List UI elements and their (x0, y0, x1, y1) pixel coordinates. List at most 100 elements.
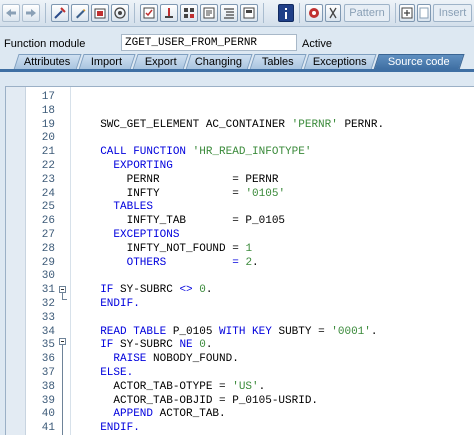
code-text: CALL FUNCTION 'HR_READ_INFOTYPE' (87, 146, 311, 159)
navigation-window-icon[interactable] (200, 4, 218, 22)
line-number: 19 (26, 119, 56, 132)
toolbar-separator (395, 3, 396, 23)
function-module-field[interactable]: ZGET_USER_FROM_PERNR (121, 34, 297, 51)
code-token: EXCEPTIONS (87, 229, 180, 241)
line-number: 36 (26, 353, 56, 366)
toolbar-separator (45, 3, 46, 23)
code-line[interactable] (71, 132, 474, 145)
collapse-icon[interactable] (59, 286, 66, 293)
pattern-button[interactable]: Pattern (344, 4, 390, 22)
code-token: ELSE. (87, 367, 134, 379)
toolbar-separator (263, 3, 264, 23)
code-text: ACTOR_TAB-OBJID = P_0105-USRID. (87, 395, 318, 408)
insert-row-icon[interactable] (417, 4, 431, 22)
code-line[interactable] (71, 312, 474, 325)
code-token: . (258, 380, 266, 393)
code-token: SY-SUBRC (120, 284, 180, 297)
line-number-text: 21 (41, 146, 55, 159)
status-text: Active (302, 38, 332, 50)
code-text: ELSE. (87, 367, 133, 380)
line-number: 33 (26, 312, 56, 325)
application-toolbar: Pattern Insert (0, 0, 474, 27)
cut-icon[interactable] (325, 4, 341, 22)
code-text: IF SY-SUBRC <> 0. (87, 284, 212, 297)
toolbar-separator (299, 3, 300, 23)
code-area[interactable]: SWC_GET_ELEMENT AC_CONTAINER 'PERNR' PER… (70, 87, 474, 435)
code-line[interactable]: OTHERS = 2. (71, 257, 474, 270)
line-number-text: 28 (41, 242, 55, 255)
line-number-text: 30 (41, 270, 55, 283)
code-token: READ TABLE (87, 325, 173, 338)
code-line[interactable]: APPEND ACTOR_TAB. (71, 408, 474, 421)
tab-tables[interactable]: Tables (249, 54, 307, 70)
back-arrow-icon[interactable] (2, 4, 20, 22)
code-line[interactable]: READ TABLE P_0105 WITH KEY SUBTY = '0001… (71, 326, 474, 339)
code-line[interactable]: ENDIF. (71, 298, 474, 311)
tab-source-code[interactable]: Source code (373, 54, 465, 70)
object-list-icon[interactable] (180, 4, 198, 22)
code-line[interactable]: INFTY_TAB = P_0105 (71, 215, 474, 228)
code-token: APPEND (87, 408, 160, 421)
code-token: ENDIF. (87, 298, 140, 310)
line-number: 18 (26, 105, 56, 118)
code-line[interactable]: ACTOR_TAB-OTYPE = 'US'. (71, 381, 474, 394)
insert-button[interactable]: Insert (433, 4, 472, 22)
code-text: ENDIF. (87, 422, 140, 435)
function-module-label: Function module (4, 38, 86, 50)
line-number-text: 40 (41, 408, 55, 421)
code-token: INFTY_TAB = P_0105 (87, 215, 286, 228)
insert-icon[interactable] (399, 4, 415, 22)
code-line[interactable]: ACTOR_TAB-OBJID = P_0105-USRID. (71, 395, 474, 408)
code-line[interactable]: IF SY-SUBRC <> 0. (71, 284, 474, 297)
code-line[interactable]: EXPORTING (71, 160, 474, 173)
code-line[interactable]: IF SY-SUBRC NE 0. (71, 339, 474, 352)
code-token: NOBODY_FOUND. (153, 353, 239, 366)
code-line[interactable]: EXCEPTIONS (71, 229, 474, 242)
tab-changing[interactable]: Changing (185, 54, 253, 70)
source-code-editor[interactable]: 17 18 19 20 21 22 23 24 25 26 27 28 29 30 31 32 33 34 35 36… (5, 86, 474, 435)
code-line[interactable]: CALL FUNCTION 'HR_READ_INFOTYPE' (71, 146, 474, 159)
code-line[interactable]: SWC_GET_ELEMENT AC_CONTAINER 'PERNR' PER… (71, 119, 474, 132)
code-text: SWC_GET_ELEMENT AC_CONTAINER 'PERNR' PER… (87, 119, 384, 132)
tab-underline (0, 69, 474, 72)
tab-import[interactable]: Import (78, 54, 136, 70)
code-text: ACTOR_TAB-OTYPE = 'US'. (87, 381, 265, 394)
forward-arrow-icon[interactable] (22, 4, 40, 22)
check-icon[interactable] (111, 4, 129, 22)
info-icon[interactable] (278, 4, 294, 22)
code-token: '0001' (331, 325, 371, 338)
tab-exceptions[interactable]: Exceptions (303, 54, 377, 70)
collapse-icon[interactable] (59, 338, 66, 345)
tab-export[interactable]: Export (132, 54, 189, 70)
code-line[interactable] (71, 91, 474, 104)
test-icon[interactable] (140, 4, 158, 22)
code-token: INFTY = (87, 187, 246, 200)
pretty-printer-icon[interactable] (220, 4, 238, 22)
code-text: RAISE NOBODY_FOUND. (87, 353, 239, 366)
help-icon[interactable] (305, 4, 323, 22)
display-change-icon[interactable] (71, 4, 89, 22)
where-used-icon[interactable] (160, 4, 178, 22)
code-token: . (205, 284, 213, 297)
code-line[interactable]: INFTY = '0105' (71, 188, 474, 201)
code-line[interactable]: ENDIF. (71, 422, 474, 435)
code-text: ENDIF. (87, 298, 140, 311)
code-token: TABLES (87, 201, 154, 214)
code-line[interactable]: PERNR = PERNR (71, 174, 474, 187)
activate-icon[interactable] (91, 4, 109, 22)
line-number-text: 23 (41, 173, 55, 186)
code-line[interactable]: INFTY_NOT_FOUND = 1 (71, 243, 474, 256)
other-object-icon[interactable] (51, 4, 69, 22)
rectangle-icon[interactable] (240, 4, 258, 22)
tab-attributes[interactable]: Attributes (13, 54, 82, 70)
code-line[interactable] (71, 105, 474, 118)
code-line[interactable]: TABLES (71, 201, 474, 214)
line-number-text: 38 (41, 380, 55, 393)
code-text: TABLES (87, 201, 153, 214)
code-line[interactable]: RAISE NOBODY_FOUND. (71, 353, 474, 366)
line-number-text: 41 (41, 422, 55, 435)
code-line[interactable]: ELSE. (71, 367, 474, 380)
code-line[interactable] (71, 270, 474, 283)
code-token: SUBTY = (278, 325, 332, 338)
line-number-text: 35 (41, 339, 55, 352)
